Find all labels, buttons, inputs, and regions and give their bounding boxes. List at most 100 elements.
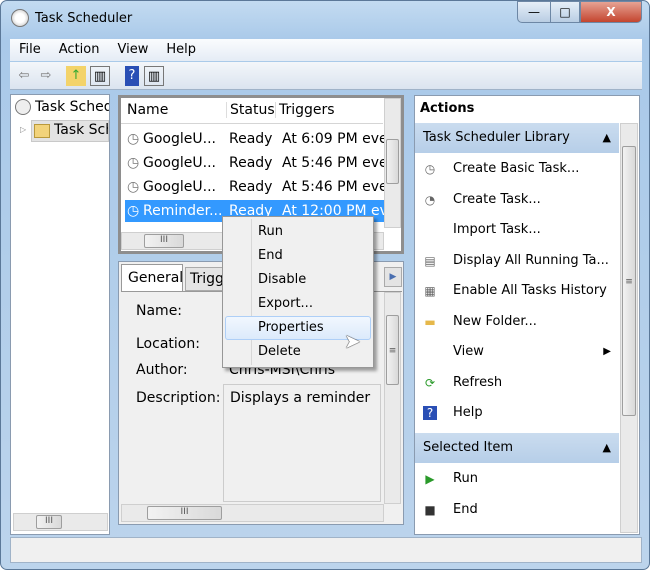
minimize-button[interactable]: — (517, 1, 551, 23)
context-menu-item-export[interactable]: Export... (258, 292, 313, 316)
collapse-icon[interactable]: ▲ (603, 123, 611, 153)
description-field[interactable]: Displays a reminder (223, 384, 381, 502)
action-label: View (453, 344, 484, 359)
task-status: Ready (229, 155, 273, 171)
details-horizontal-scrollbar[interactable]: III (121, 504, 384, 522)
running-tasks-icon: ▤ (424, 253, 436, 268)
name-label: Name: (136, 303, 183, 319)
column-status[interactable]: Status (226, 102, 275, 118)
context-menu-item-disable[interactable]: Disable (258, 268, 306, 292)
tab-triggers[interactable]: Triggers (185, 267, 225, 291)
section-task-scheduler-library[interactable]: Task Scheduler Library ▲ (415, 123, 619, 153)
actions-vertical-scrollbar[interactable]: ≡ (620, 123, 638, 533)
context-menu-item-run[interactable]: Run (258, 220, 283, 244)
menu-help[interactable]: Help (157, 39, 205, 57)
action-import-task[interactable]: Import Task... (415, 215, 619, 245)
help-icon[interactable]: ? (125, 66, 139, 86)
stop-icon: ■ (424, 502, 436, 517)
window-title: Task Scheduler (35, 11, 133, 26)
action-label: New Folder... (453, 313, 537, 329)
action-label: Import Task... (453, 222, 541, 237)
task-clock-icon: ◷ (127, 155, 140, 171)
show-hide-action-pane-icon[interactable]: ▥ (144, 66, 164, 86)
column-name[interactable]: Name (127, 102, 168, 118)
action-view[interactable]: View ▶ (415, 337, 619, 367)
menu-action[interactable]: Action (50, 39, 109, 57)
scroll-thumb[interactable]: ≡ (386, 315, 399, 385)
task-status: Ready (229, 179, 273, 195)
toolbar: ⇦ ⇨ ↑ ▥ ? ▥ (10, 62, 642, 90)
show-hide-console-tree-icon[interactable]: ▥ (90, 66, 110, 86)
action-label: Run (453, 471, 478, 486)
action-create-task[interactable]: ◔ Create Task... (415, 185, 619, 215)
context-menu-item-delete[interactable]: Delete (258, 340, 301, 364)
task-clock-icon: ◷ (127, 203, 140, 219)
clock-icon (15, 99, 31, 115)
action-new-folder[interactable]: ▬ New Folder... (415, 307, 619, 337)
close-button[interactable]: X (580, 1, 642, 23)
task-row[interactable]: ◷ GoogleU... Ready At 6:09 PM ever (125, 128, 387, 150)
menu-bar: File Action View Help (10, 39, 642, 61)
scroll-thumb[interactable] (386, 139, 399, 184)
scroll-thumb[interactable]: ≡ (622, 146, 636, 416)
up-folder-icon[interactable]: ↑ (66, 66, 86, 86)
action-end[interactable]: ■ End (415, 495, 619, 525)
action-label: Enable All Tasks History (453, 283, 607, 298)
status-bar (10, 537, 642, 563)
task-status: Ready (229, 131, 273, 147)
column-triggers[interactable]: Triggers (275, 102, 335, 118)
help-icon: ? (423, 406, 437, 420)
folder-clock-icon (34, 124, 50, 138)
details-vertical-scrollbar[interactable]: ≡ (384, 292, 401, 504)
action-label: Create Basic Task... (453, 161, 580, 176)
back-icon[interactable]: ⇦ (14, 66, 34, 86)
maximize-button[interactable]: □ (550, 1, 580, 23)
task-row[interactable]: ◷ GoogleU... Ready At 5:46 PM ever (125, 152, 387, 174)
collapse-icon[interactable]: ▲ (603, 433, 611, 463)
task-scheduler-window: Task Scheduler — □ X File Action View Help … (0, 0, 650, 570)
action-label: End (453, 501, 478, 517)
task-name: Reminder... (143, 203, 223, 219)
app-clock-icon (11, 9, 29, 27)
tree-horizontal-scrollbar[interactable]: III (13, 513, 108, 531)
menu-view[interactable]: View (108, 39, 157, 57)
menu-file[interactable]: File (10, 39, 50, 57)
wizard-clock-icon: ◷ (424, 162, 436, 176)
action-enable-all-tasks-history[interactable]: ▦ Enable All Tasks History (415, 276, 619, 306)
task-clock-icon: ◷ (127, 131, 140, 147)
task-clock-icon: ◷ (127, 179, 140, 195)
tree-root[interactable]: Task Scheduler (Local) (35, 99, 109, 115)
run-icon: ▶ (425, 472, 435, 486)
section-selected-item[interactable]: Selected Item ▲ (415, 433, 619, 463)
actions-pane: Actions Task Scheduler Library ▲ ◷ Create … (414, 95, 640, 535)
clock-new-icon: ◔ (424, 192, 436, 207)
action-label: Help (453, 405, 483, 420)
task-row[interactable]: ◷ GoogleU... Ready At 5:46 PM ever (125, 176, 387, 198)
refresh-icon: ⟳ (424, 375, 436, 390)
scroll-thumb[interactable]: III (144, 234, 184, 248)
folder-icon: ▬ (424, 314, 436, 329)
history-icon: ▦ (424, 284, 436, 298)
forward-icon[interactable]: ⇨ (36, 66, 56, 86)
mouse-cursor-icon: ➤ (344, 329, 361, 353)
scroll-thumb[interactable]: III (36, 515, 62, 529)
action-help[interactable]: ? Help (415, 398, 619, 428)
context-menu-item-properties[interactable]: Properties (258, 316, 324, 340)
action-refresh[interactable]: ⟳ Refresh (415, 368, 619, 398)
submenu-arrow-icon: ▶ (603, 346, 611, 357)
action-create-basic-task[interactable]: ◷ Create Basic Task... (415, 154, 619, 184)
console-tree: Task Scheduler (Local) ▷ Task Scheduler … (10, 94, 110, 535)
action-run[interactable]: ▶ Run (415, 464, 619, 494)
expand-icon[interactable]: ▷ (20, 125, 26, 134)
section-label: Task Scheduler Library (423, 130, 570, 145)
action-display-all-running-ta[interactable]: ▤ Display All Running Ta... (415, 246, 619, 276)
description-label: Description: (136, 390, 221, 406)
context-menu-item-end[interactable]: End (258, 244, 283, 268)
tree-item-label: Task Scheduler Library (54, 122, 108, 138)
scroll-thumb[interactable]: III (147, 506, 222, 520)
tab-general[interactable]: General (121, 264, 183, 292)
tree-item-library[interactable]: Task Scheduler Library (31, 120, 109, 142)
tab-scroll-right-icon[interactable]: ▶ (384, 267, 402, 287)
task-list-vertical-scrollbar[interactable] (384, 98, 401, 228)
actions-header: Actions (420, 101, 475, 116)
